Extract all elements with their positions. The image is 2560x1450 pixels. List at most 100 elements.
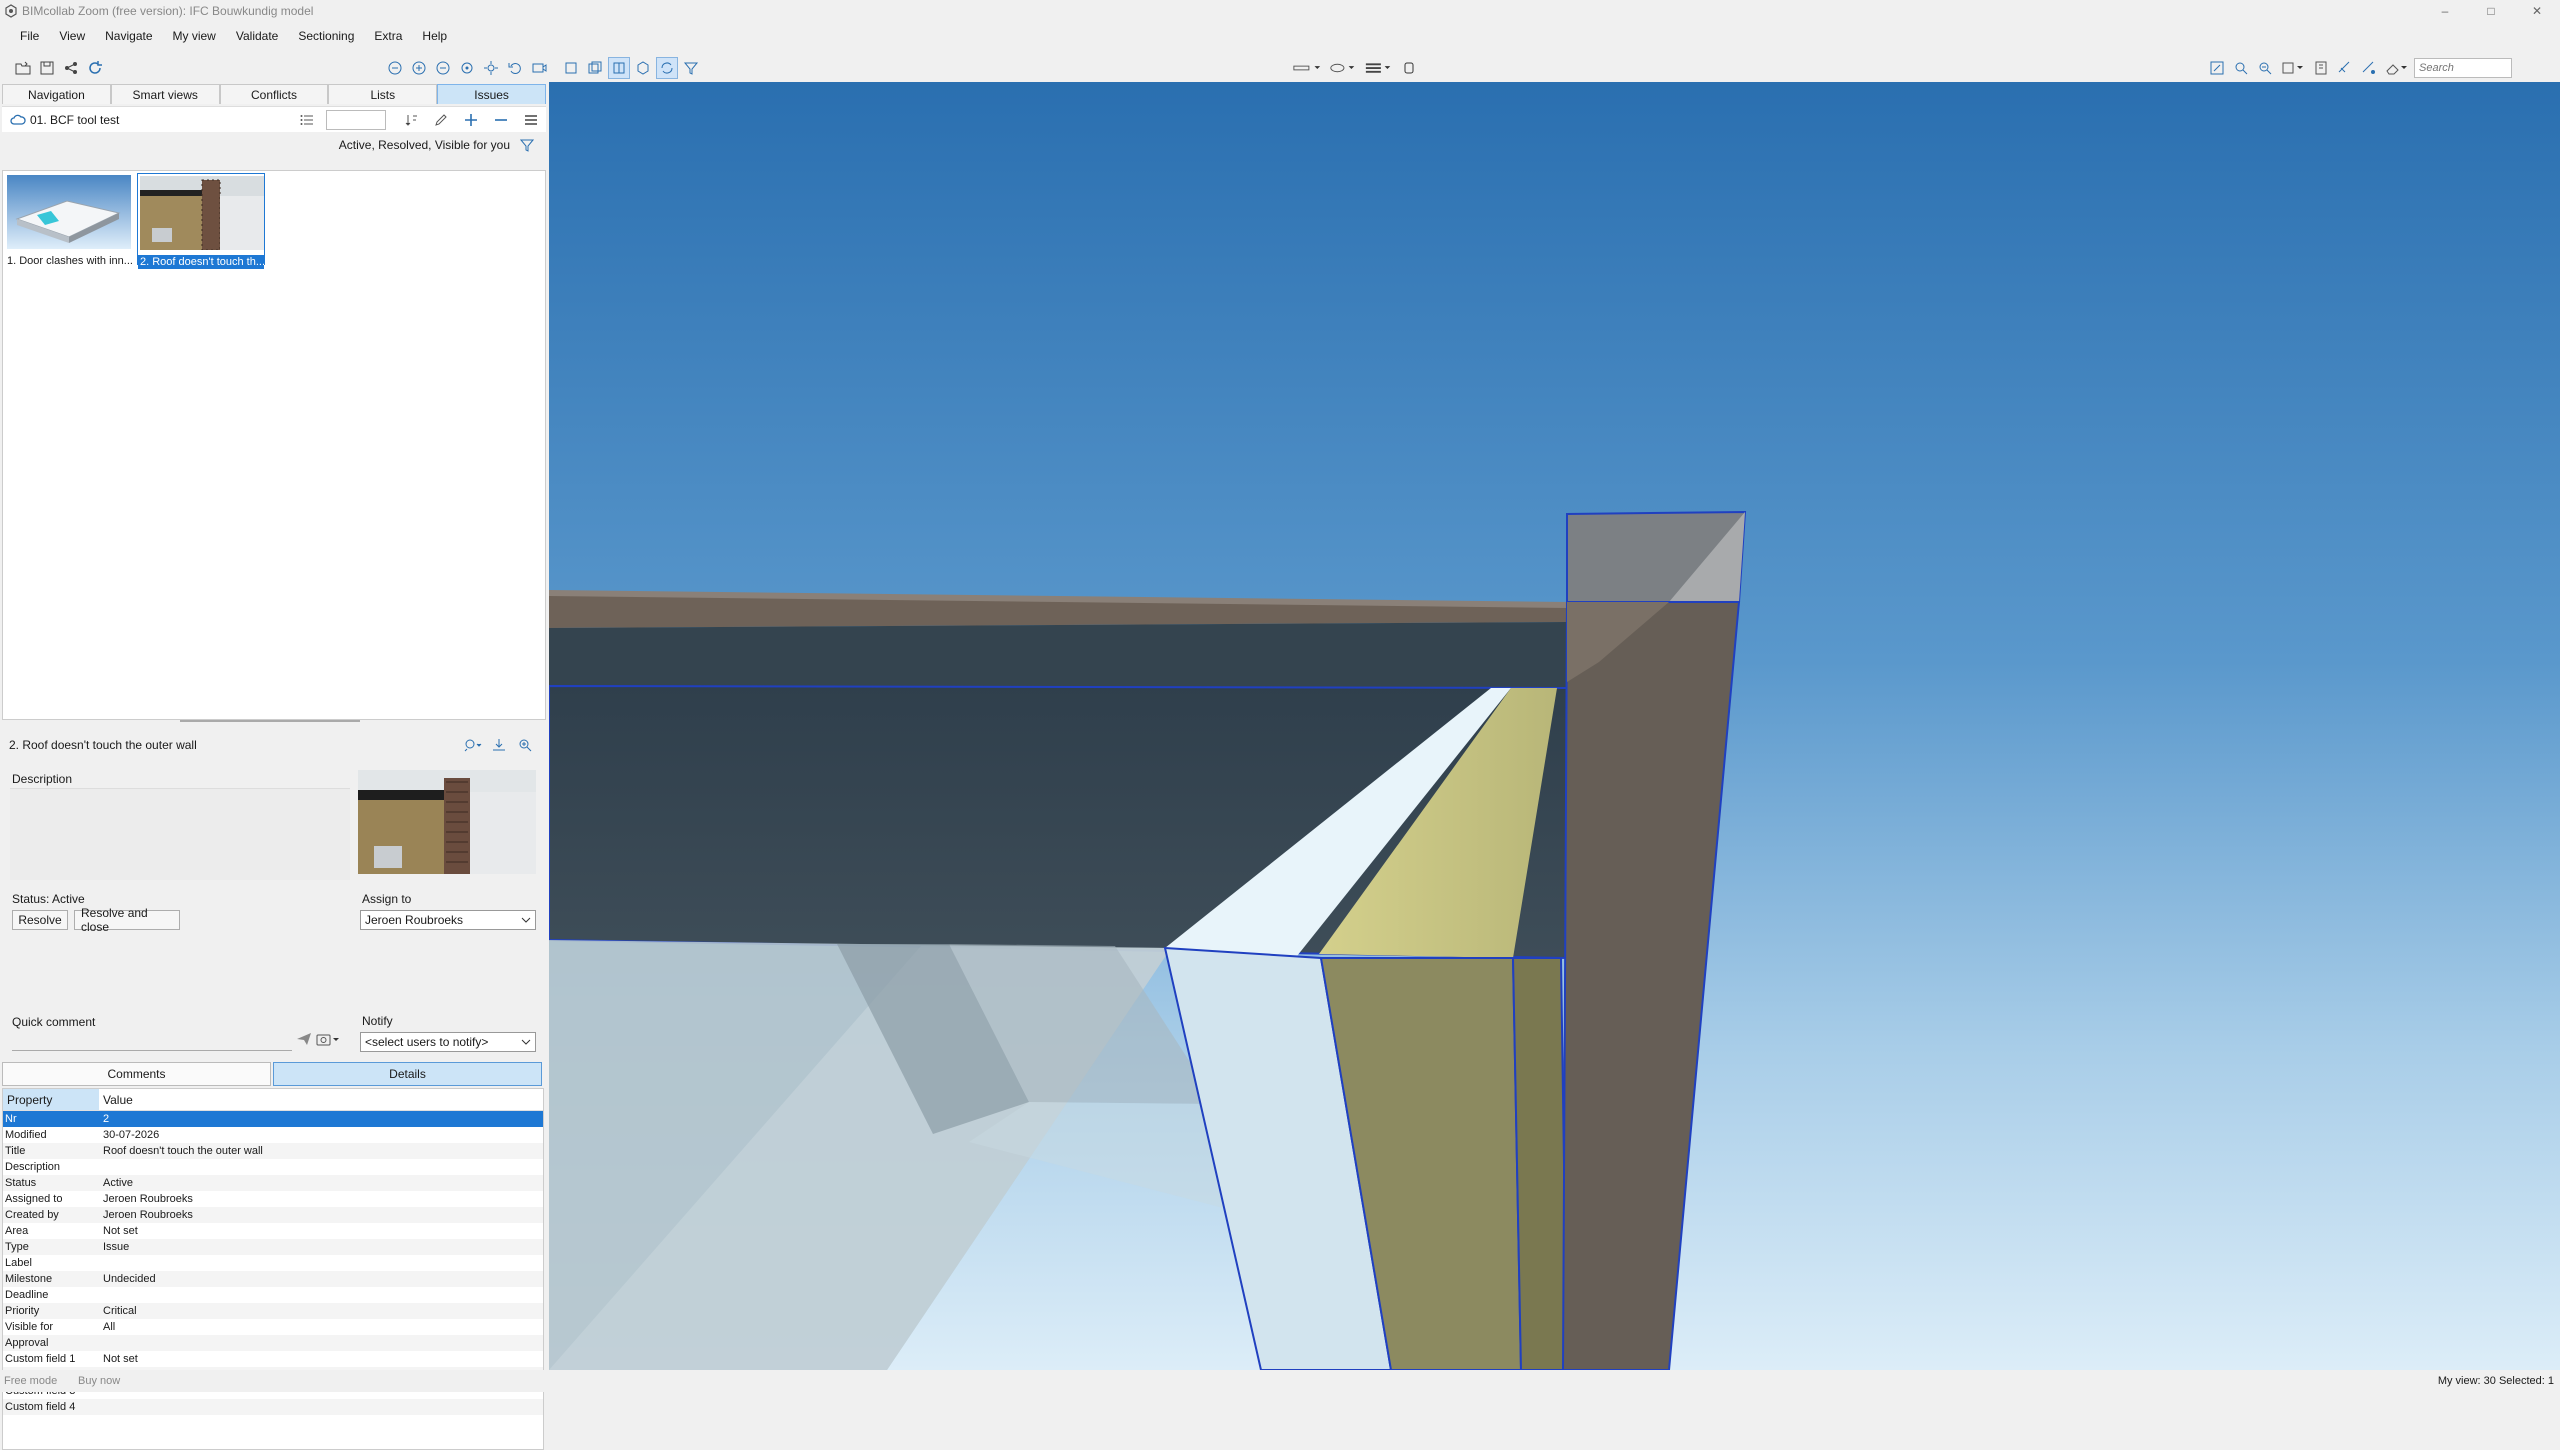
table-row[interactable]: Created by Jeroen Roubroeks [3,1207,543,1223]
property-value: All [103,1321,116,1333]
camera-icon[interactable] [316,1032,340,1046]
property-column-header[interactable]: Property [3,1089,99,1110]
menu-extra[interactable]: Extra [374,29,402,43]
open-icon[interactable] [12,57,34,79]
panel-splitter[interactable] [180,720,360,722]
menu-navigate[interactable]: Navigate [105,29,152,43]
minimize-button[interactable]: – [2422,0,2468,22]
table-row[interactable]: Modified 30-07-2026 [3,1127,543,1143]
tab-smart-views[interactable]: Smart views [110,84,220,104]
table-row[interactable]: Custom field 1 Not set [3,1351,543,1367]
table-row[interactable]: Visible for All [3,1319,543,1335]
export-icon[interactable] [488,736,510,754]
cube-icon[interactable] [632,57,654,79]
issue-thumbnail[interactable]: 1. Door clashes with inn... [5,173,133,267]
table-row[interactable]: Deadline [3,1287,543,1303]
assign-to-select[interactable]: Jeroen Roubroeks [360,910,536,930]
locate-icon[interactable] [462,736,484,754]
zoom-all-icon[interactable] [384,57,406,79]
zoom-out-icon[interactable] [432,57,454,79]
line-style-icon[interactable] [1362,57,1396,79]
share-icon[interactable] [60,57,82,79]
table-row[interactable]: Priority Critical [3,1303,543,1319]
eraser-icon[interactable] [2382,57,2412,79]
table-row[interactable]: Title Roof doesn't touch the outer wall [3,1143,543,1159]
table-row[interactable]: Nr 2 [3,1111,543,1127]
issue-detail-box: Description Status: Active Assign to Res… [2,764,546,1056]
buy-now-link[interactable]: Buy now [78,1375,120,1387]
fit-view-icon[interactable] [2206,57,2228,79]
zoom-window-icon[interactable] [2254,57,2276,79]
zoom-in-icon[interactable] [408,57,430,79]
menu-file[interactable]: File [20,29,39,43]
hide-icon[interactable] [2334,57,2356,79]
display-mode-icon[interactable] [2278,57,2308,79]
description-field[interactable] [10,788,350,880]
hand-icon[interactable] [1398,57,1420,79]
filter-icon[interactable] [520,138,534,152]
table-row[interactable]: Label [3,1255,543,1271]
issue-title: 2. Roof doesn't touch the outer wall [9,738,197,752]
property-name: Description [5,1161,61,1173]
table-row[interactable]: Assigned to Jeroen Roubroeks [3,1191,543,1207]
send-icon[interactable] [296,1032,312,1046]
isolate-icon[interactable] [2358,57,2380,79]
3d-viewport[interactable] [549,82,2560,1370]
quick-comment-input[interactable] [12,1031,292,1051]
project-row[interactable]: 01. BCF tool test [2,106,546,132]
search-input[interactable] [2414,58,2512,78]
table-row[interactable]: Custom field 4 [3,1399,543,1415]
save-icon[interactable] [36,57,58,79]
building-icon[interactable] [2310,57,2332,79]
tab-details[interactable]: Details [273,1062,542,1086]
light-icon[interactable] [480,57,502,79]
markup-icon[interactable] [1326,57,1360,79]
edit-icon[interactable] [430,110,452,130]
add-icon[interactable] [460,110,482,130]
measure-icon[interactable] [1290,57,1324,79]
orbit-icon[interactable] [456,57,478,79]
menu-validate[interactable]: Validate [236,29,278,43]
issue-thumbnail[interactable]: 2. Roof doesn't touch th... [137,173,265,269]
issue-snapshot-image[interactable] [358,770,536,874]
menu-sectioning[interactable]: Sectioning [298,29,354,43]
table-row[interactable]: Approval [3,1335,543,1351]
resolve-button[interactable]: Resolve [12,910,68,930]
refresh-icon[interactable] [84,57,106,79]
table-row[interactable]: Description [3,1159,543,1175]
tab-navigation[interactable]: Navigation [2,84,111,104]
list-view-icon[interactable] [296,110,318,130]
tab-comments[interactable]: Comments [2,1062,271,1086]
filter-tool-icon[interactable] [680,57,702,79]
remove-icon[interactable] [490,110,512,130]
menu-my-view[interactable]: My view [173,29,216,43]
menu-icon[interactable] [520,110,542,130]
undo-icon[interactable] [504,57,526,79]
notify-select[interactable]: <select users to notify> [360,1032,536,1052]
camera-view-icon[interactable] [528,57,550,79]
maximize-button[interactable]: □ [2468,0,2514,22]
menu-help[interactable]: Help [422,29,447,43]
table-row[interactable]: Milestone Undecided [3,1271,543,1287]
table-row[interactable]: Type Issue [3,1239,543,1255]
sort-icon[interactable] [400,110,422,130]
zoom-selection-icon[interactable] [2230,57,2252,79]
table-row[interactable]: Status Active [3,1175,543,1191]
section-mode-icon[interactable] [608,57,630,79]
close-button[interactable]: ✕ [2514,0,2560,22]
cloud-icon [10,114,26,125]
section-box-icon[interactable] [560,57,582,79]
section-plane-icon[interactable] [584,57,606,79]
resolve-and-close-button[interactable]: Resolve and close [74,906,180,934]
model-scene[interactable] [549,82,2560,1370]
zoom-issue-icon[interactable] [514,736,536,754]
tab-conflicts[interactable]: Conflicts [219,84,329,104]
value-column-header[interactable]: Value [99,1089,543,1110]
tab-lists[interactable]: Lists [328,84,438,104]
issue-number-field[interactable] [326,110,386,130]
sync-icon[interactable] [656,57,678,79]
property-value: Jeroen Roubroeks [103,1209,193,1221]
tab-issues[interactable]: Issues [437,84,546,104]
menu-view[interactable]: View [59,29,85,43]
table-row[interactable]: Area Not set [3,1223,543,1239]
